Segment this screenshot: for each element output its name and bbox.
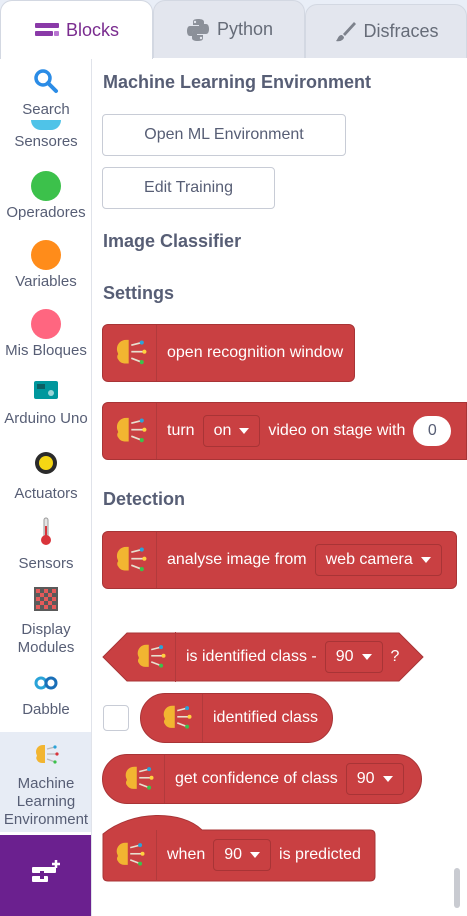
- category-mis-bloques-label: Mis Bloques: [5, 342, 87, 359]
- blocks-icon: [34, 21, 60, 39]
- confidence-class-dropdown[interactable]: 90: [345, 763, 404, 795]
- chevron-down-icon: [239, 428, 250, 434]
- predicted-class-value: 90: [224, 846, 243, 863]
- is-identified-class-block[interactable]: is identified class - 90 ?: [102, 632, 424, 682]
- chevron-down-icon: [250, 852, 261, 858]
- brain-icon: [103, 325, 157, 381]
- category-search-label: Search: [22, 101, 70, 118]
- when-label: when: [167, 846, 206, 863]
- category-sensores[interactable]: Sensores: [0, 120, 91, 151]
- add-extension-icon: [30, 859, 62, 892]
- tab-costumes-label: Disfraces: [363, 21, 439, 41]
- confidence-class-value: 90: [356, 770, 375, 787]
- edit-training-button[interactable]: Edit Training: [102, 167, 275, 209]
- is-identified-class-label: is identified class -: [186, 648, 317, 665]
- category-variables[interactable]: Variables: [0, 240, 91, 291]
- open-ml-environment-button[interactable]: Open ML Environment: [102, 114, 346, 156]
- brush-icon: [333, 20, 357, 44]
- get-confidence-block[interactable]: get confidence of class 90: [102, 754, 422, 804]
- editor-root: Blocks Python Disfraces Search Sensores: [0, 0, 467, 916]
- open-recognition-window-label: open recognition window: [167, 344, 344, 361]
- category-sensors-label: Sensors: [18, 555, 74, 572]
- search-icon: [33, 68, 59, 99]
- category-sensores-label: Sensores: [14, 133, 78, 150]
- brain-icon: [33, 742, 59, 773]
- category-machine-learning-label: Machine Learning Environment: [3, 775, 89, 828]
- get-confidence-label: get confidence of class: [175, 770, 338, 787]
- category-dabble[interactable]: Dabble: [0, 676, 91, 719]
- class-number-value: 90: [335, 648, 354, 665]
- brain-icon: [124, 632, 176, 682]
- sensores-dot: [31, 120, 61, 130]
- video-state-dropdown[interactable]: on: [202, 415, 261, 447]
- arduino-icon: [33, 380, 59, 405]
- category-arduino-uno[interactable]: Arduino Uno: [0, 380, 91, 428]
- palette-scrollbar[interactable]: [454, 868, 460, 908]
- category-operadores[interactable]: Operadores: [0, 171, 91, 222]
- variables-dot: [31, 240, 61, 270]
- add-extension-button[interactable]: [0, 835, 91, 916]
- open-recognition-window-block[interactable]: open recognition window: [102, 324, 355, 382]
- brain-icon: [102, 830, 157, 880]
- tab-bar: Blocks Python Disfraces: [0, 0, 467, 59]
- chevron-down-icon: [420, 557, 431, 563]
- detection-title: Detection: [103, 489, 186, 509]
- analyse-image-label: analyse image from: [167, 551, 307, 568]
- ml-section-title: Machine Learning Environment: [103, 72, 372, 92]
- category-mis-bloques[interactable]: Mis Bloques: [0, 309, 91, 360]
- category-variables-label: Variables: [15, 273, 77, 290]
- brain-icon: [103, 403, 157, 459]
- block-palette: Machine Learning Environment Open ML Env…: [92, 58, 467, 916]
- settings-title: Settings: [103, 283, 175, 303]
- brain-icon: [141, 694, 203, 742]
- brain-icon: [103, 755, 165, 803]
- led-matrix-icon: [34, 587, 58, 616]
- category-sensors[interactable]: Sensors: [0, 516, 91, 573]
- brain-icon: [103, 532, 157, 588]
- dabble-icon: [33, 676, 59, 695]
- chevron-down-icon: [382, 776, 393, 782]
- tab-python-label: Python: [216, 19, 274, 39]
- operadores-dot: [31, 171, 61, 201]
- image-classifier-title: Image Classifier: [103, 231, 242, 251]
- transparency-input[interactable]: 0: [413, 416, 452, 446]
- turn-label: turn: [167, 422, 195, 439]
- tab-costumes[interactable]: Disfraces: [305, 4, 467, 58]
- python-icon: [185, 17, 211, 43]
- predicted-class-dropdown[interactable]: 90: [213, 839, 272, 871]
- identified-class-label: identified class: [213, 709, 318, 726]
- actuator-icon: [33, 450, 59, 481]
- identified-class-checkbox[interactable]: [103, 705, 129, 731]
- category-dabble-label: Dabble: [22, 701, 70, 718]
- category-actuators-label: Actuators: [14, 485, 78, 502]
- question-mark: ?: [390, 648, 400, 665]
- is-predicted-label: is predicted: [279, 846, 361, 863]
- class-number-dropdown[interactable]: 90: [324, 641, 383, 673]
- chevron-down-icon: [361, 654, 372, 660]
- when-predicted-content: when 90 is predicted: [102, 830, 361, 880]
- category-search[interactable]: Search: [0, 68, 91, 119]
- category-sidebar: Search Sensores Operadores Variables Mis…: [0, 58, 92, 916]
- category-display-modules[interactable]: Display Modules: [0, 587, 91, 657]
- turn-video-block[interactable]: turn on video on stage with 0: [102, 402, 467, 460]
- category-arduino-uno-label: Arduino Uno: [4, 410, 88, 427]
- analyse-image-block[interactable]: analyse image from web camera: [102, 531, 457, 589]
- identified-class-block[interactable]: identified class: [140, 693, 333, 743]
- category-operadores-label: Operadores: [6, 204, 86, 221]
- tab-python[interactable]: Python: [153, 0, 305, 58]
- category-display-modules-label: Display Modules: [17, 621, 75, 656]
- image-source-value: web camera: [325, 551, 413, 568]
- tab-blocks-label: Blocks: [65, 19, 119, 40]
- when-predicted-hat-block[interactable]: when 90 is predicted: [102, 814, 376, 882]
- category-machine-learning[interactable]: Machine Learning Environment: [0, 732, 91, 832]
- mis-bloques-dot: [31, 309, 61, 339]
- image-source-dropdown[interactable]: web camera: [314, 544, 442, 576]
- category-actuators[interactable]: Actuators: [0, 450, 91, 503]
- thermometer-icon: [39, 516, 53, 551]
- is-identified-class-content: is identified class - 90 ?: [124, 632, 399, 682]
- tab-blocks[interactable]: Blocks: [0, 0, 153, 59]
- video-on-stage-label: video on stage with: [268, 422, 406, 439]
- video-state-value: on: [213, 422, 232, 439]
